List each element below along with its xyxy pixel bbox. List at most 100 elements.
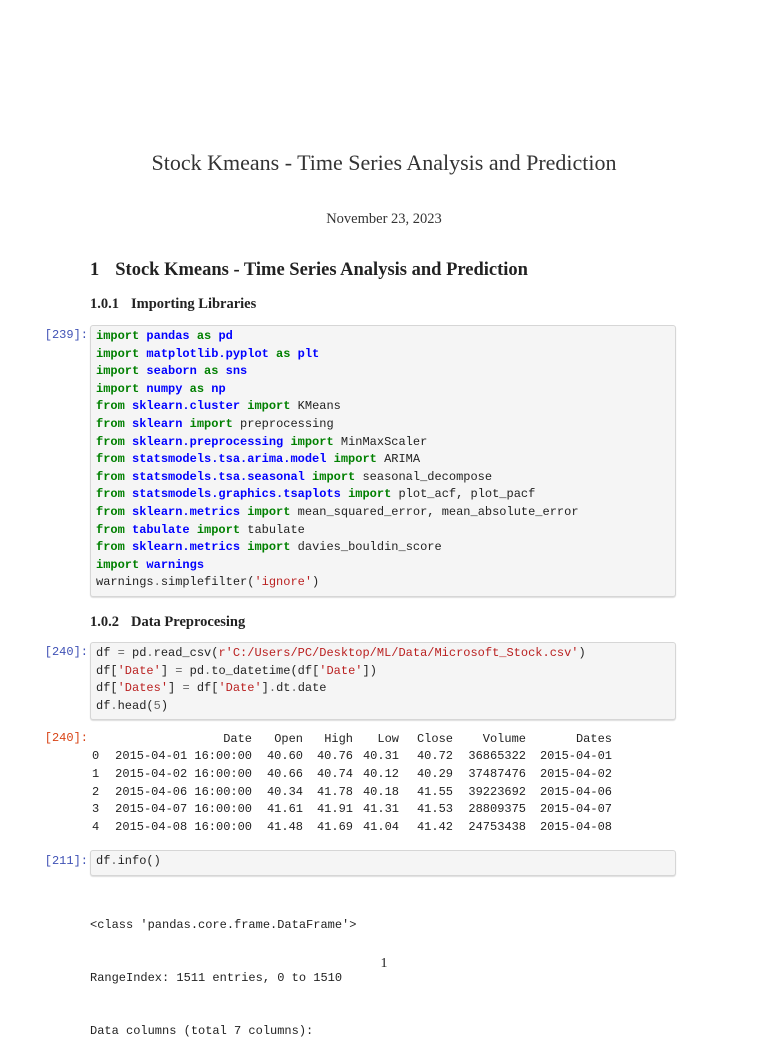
table-cell: 36865322 <box>468 749 526 764</box>
code-token: ) <box>160 698 169 713</box>
code-token: statsmodels.graphics.tsaplots <box>132 487 341 502</box>
column-header: Dates <box>575 731 612 746</box>
table-row: 3 2015-04-07 16:00:00 41.61 41.91 41.31 41.53… <box>92 800 612 818</box>
code-token: import <box>247 504 291 519</box>
code-token: preprocessing <box>232 416 334 431</box>
code-cell-imports[interactable]: import pandas as pd import matplotlib.pyp… <box>90 325 676 597</box>
code-token: ]) <box>362 663 377 678</box>
code-line: df.info() <box>96 853 670 871</box>
column-header: Close <box>416 731 453 746</box>
table-cell: 2015-04-08 16:00:00 <box>115 819 252 834</box>
code-token: . <box>290 681 298 696</box>
table-cell: 41.53 <box>416 802 453 817</box>
code-token: df[ <box>96 681 118 696</box>
table-cell: 41.31 <box>362 802 399 817</box>
code-cell-read-csv[interactable]: df = pd.read_csv(r'C:/Users/PC/Desktop/M… <box>90 642 676 720</box>
code-token: from <box>96 399 125 414</box>
code-token: as <box>276 346 291 361</box>
code-token: import <box>96 381 140 396</box>
code-token: import <box>96 364 140 379</box>
table-row: 2 2015-04-06 16:00:00 40.34 41.78 40.18 41.55… <box>92 783 612 801</box>
output-prompt: [240]: <box>44 731 88 745</box>
code-token: plt <box>297 346 320 361</box>
code-token: davies_bouldin_score <box>290 540 442 555</box>
table-cell: 40.76 <box>316 749 353 764</box>
code-content[interactable]: df.info() <box>96 853 670 871</box>
code-content[interactable]: df = pd.read_csv(r'C:/Users/PC/Desktop/M… <box>96 645 670 715</box>
table-cell: 2015-04-01 16:00:00 <box>115 749 252 764</box>
code-token: to_datetime(df[ <box>211 663 320 678</box>
code-token: import <box>348 487 392 502</box>
table-cell: 40.18 <box>362 784 399 799</box>
code-token: = <box>117 646 125 660</box>
code-line: import warnings <box>96 557 670 575</box>
code-token: KMeans <box>290 399 341 414</box>
table-cell: 28809375 <box>468 802 526 817</box>
code-token: from <box>96 434 125 449</box>
code-token: 'Dates' <box>117 681 169 696</box>
code-token: as <box>204 364 219 379</box>
table-header-row: Date Open High Low Close Volume Dates <box>92 730 612 748</box>
code-token: warnings <box>96 575 154 590</box>
code-content[interactable]: import pandas as pd import matplotlib.pyp… <box>96 328 670 592</box>
code-token: sklearn.preprocessing <box>132 434 284 449</box>
table-cell: 2015-04-08 <box>539 819 612 834</box>
code-token: from <box>96 469 125 484</box>
code-token: 'Date' <box>319 663 363 678</box>
column-header: Low <box>377 731 399 746</box>
code-token: ) <box>578 646 586 660</box>
table-cell: 41.48 <box>266 819 303 834</box>
table-cell: 41.61 <box>266 802 303 817</box>
code-token: read_csv( <box>153 646 219 660</box>
row-index: 4 <box>92 819 100 834</box>
subsection-number: 1.0.2 <box>90 614 119 630</box>
dataframe-output: Date Open High Low Close Volume Dates 0 2015-04-… <box>92 730 612 836</box>
code-line: import numpy as np <box>96 381 670 399</box>
code-cell-info[interactable]: df.info() <box>90 850 676 876</box>
code-token: 'Date' <box>117 663 161 678</box>
input-prompt: [240]: <box>44 645 88 659</box>
code-line: from sklearn import preprocessing <box>96 416 670 434</box>
table-cell: 37487476 <box>468 766 526 781</box>
code-line: import seaborn as sns <box>96 363 670 381</box>
code-token: import <box>312 469 356 484</box>
document-date: November 23, 2023 <box>326 211 442 227</box>
code-token: import <box>96 329 140 343</box>
code-token: pd <box>218 329 233 343</box>
code-token: statsmodels.tsa.arima.model <box>132 452 327 467</box>
table-row: 4 2015-04-08 16:00:00 41.48 41.69 41.04 41.42… <box>92 818 612 836</box>
table-cell: 40.72 <box>416 749 453 764</box>
code-token: 5 <box>153 698 161 713</box>
code-token: sns <box>225 364 248 379</box>
table-cell: 2015-04-07 16:00:00 <box>115 802 252 817</box>
table-cell: 24753438 <box>468 819 526 834</box>
code-token: from <box>96 416 125 431</box>
subsection-number: 1.0.1 <box>90 296 119 312</box>
code-token: import <box>247 540 291 555</box>
code-token: from <box>96 522 125 537</box>
table-cell: 41.69 <box>316 819 353 834</box>
subsection-title: Data Preprocesing <box>131 614 246 630</box>
code-token: np <box>211 381 226 396</box>
code-token: matplotlib.pyplot <box>146 346 269 361</box>
code-line: from statsmodels.tsa.arima.model import … <box>96 451 670 469</box>
table-cell: 40.66 <box>266 766 303 781</box>
dataframe-table: Date Open High Low Close Volume Dates 0 2015-04-… <box>92 730 612 836</box>
column-header <box>92 730 102 748</box>
column-header: Volume <box>482 731 526 746</box>
code-token: 'Date' <box>218 681 262 696</box>
table-cell: 2015-04-02 <box>539 766 612 781</box>
code-token: ] <box>168 681 183 696</box>
code-token: pd <box>182 663 205 678</box>
input-prompt: [239]: <box>44 328 88 342</box>
code-token: df <box>96 854 111 868</box>
code-token: seaborn <box>146 364 197 379</box>
code-token: import <box>96 557 140 572</box>
code-token: from <box>96 540 125 555</box>
code-token: df[ <box>96 663 118 678</box>
code-token: plot_acf, plot_pacf <box>391 487 536 502</box>
